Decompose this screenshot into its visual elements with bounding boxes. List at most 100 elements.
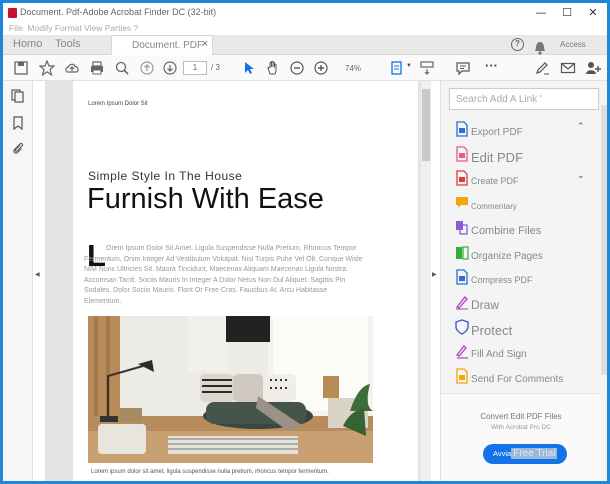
maximize-button[interactable]: ☐ [554,3,580,23]
edit-pdf-icon [456,146,468,162]
tool-item-label: Fill And Sign [471,348,527,360]
sign-pen-icon[interactable] [534,60,550,76]
select-cursor-icon[interactable] [241,60,257,76]
create-pdf-icon [456,170,468,186]
scrolling-mode-icon[interactable] [419,60,435,76]
tab-tools[interactable]: Tools [55,38,81,50]
tab-home[interactable]: Homo [13,38,42,50]
tool-item-label: Compress PDF [471,275,533,286]
free-trial-prefix: Avvia [493,449,512,458]
collapse-left-panel-icon[interactable]: ◀ [35,271,40,278]
tool-item[interactable]: Edit PDF [441,144,601,168]
tool-item-label: Protect [471,322,513,338]
tool-item-label: Create PDF [471,176,519,187]
previous-page-icon[interactable] [139,60,155,76]
protect-shield-icon [455,319,469,335]
fill-sign-icon [456,345,468,359]
tool-item[interactable]: Fill And Sign [441,341,601,365]
chevron-down-icon[interactable]: ⌄ [577,170,585,181]
tab-close-icon[interactable]: × [202,38,208,50]
main-toolbar: 1 / 3 74% ▼ ▼ ··· [3,55,607,87]
minimize-button[interactable]: — [528,3,554,23]
zoom-search-icon[interactable] [114,60,130,76]
collapse-right-panel-icon[interactable]: ▶ [432,271,437,278]
promo-line-2: With Acrobat Pro DC [491,424,551,431]
tool-item-label: Edit PDF [471,149,524,165]
hand-tool-icon[interactable] [265,60,281,76]
page-total: / 3 [211,63,220,72]
acrobat-app-icon [8,8,17,18]
tab-document-label: Document. PDF [132,40,204,51]
tool-item[interactable]: Create PDF ⌄ [441,168,601,192]
tool-item[interactable]: Export PDF ⌃ [441,119,601,143]
document-scrollbar[interactable] [421,81,431,481]
bookmark-icon[interactable] [11,116,25,130]
tab-document[interactable]: Document. PDF × [111,35,213,55]
pdf-page: Lorem Ipsum Dolor Sit Simple Style In Th… [73,81,418,481]
title-bar: Document. Pdf-Adobe Acrobat Finder DC (3… [3,3,607,23]
tool-item-label: Send For Comments [471,373,564,385]
tab-bar: Homo Tools Document. PDF × ? Access [3,35,607,55]
promo-line-1: Convert Edit PDF Files [480,412,562,421]
tool-item[interactable]: Organize Pages [441,243,601,267]
acrobat-window: Document. Pdf-Adobe Acrobat Finder DC (3… [0,0,610,484]
page-headline: Furnish With Ease [87,183,324,215]
next-page-icon[interactable] [162,60,178,76]
tool-item-label: Commentary [471,201,517,211]
tools-pane: Search Add A Link ' Export PDF ⌃ Edit PDF C… [440,81,607,481]
tool-item[interactable]: Compress PDF [441,267,601,291]
free-trial-label: Free Trial [511,448,558,459]
tool-item[interactable]: Protect [441,317,601,341]
zoom-level-select[interactable]: 74% ▼ [335,62,379,87]
page-number-input[interactable]: 1 [183,61,207,75]
organize-pages-icon [456,246,469,260]
page-small-heading: Lorem Ipsum Dolor Sit [88,101,148,107]
comment-icon [456,197,468,208]
compress-pdf-icon [456,269,468,285]
scrollbar-thumb[interactable] [422,89,430,161]
chevron-up-icon[interactable]: ⌃ [577,121,585,132]
zoom-level-value: 74% [345,64,362,73]
more-tools-icon[interactable]: ··· [485,58,501,74]
tool-item[interactable]: Commentary [441,193,601,217]
tool-item[interactable]: Draw [441,292,601,316]
page-thumbnails-icon[interactable] [11,89,25,103]
tool-item-label: Draw [471,298,500,313]
zoom-out-icon[interactable] [289,60,305,76]
sign-in-link[interactable]: Access [560,40,586,49]
tool-item[interactable]: Combine Files [441,218,601,242]
page-body-text: Orem Ipsum Dolor Sit Amet. Ligula Suspen… [84,244,364,307]
comment-icon[interactable] [455,60,471,76]
page-body-content: Orem Ipsum Dolor Sit Amet. Ligula Suspen… [84,245,363,305]
tools-search-input[interactable]: Search Add A Link ' [449,88,599,110]
tool-item-label: Export PDF [471,126,523,138]
window-title: Document. Pdf-Adobe Acrobat Finder DC (3… [20,7,217,17]
send-comments-icon [456,368,468,384]
left-navigation-rail [3,81,33,481]
upgrade-promo: Convert Edit PDF Files With Acrobat Pro … [441,393,601,481]
tool-item-label: Organize Pages [471,250,543,262]
email-icon[interactable] [560,60,576,76]
save-icon[interactable] [13,60,29,76]
menu-items[interactable]: File. Modify Format View Parties ? [9,23,138,33]
tool-item-label: Combine Files [471,224,542,237]
add-user-icon[interactable] [585,60,601,76]
zoom-in-icon[interactable] [313,60,329,76]
print-icon[interactable] [89,60,105,76]
tools-pane-scrollbar[interactable] [601,105,607,375]
menu-bar: File. Modify Format View Parties ? [3,23,607,35]
free-trial-button[interactable]: Avvia Free Trial [483,444,567,464]
star-icon[interactable] [39,60,55,76]
page-subtitle: Simple Style In The House [88,169,243,183]
photo-caption: Lorem ipsum dolor sit amet, ligula suspe… [91,469,329,475]
draw-icon [455,296,468,310]
close-window-button[interactable]: ✕ [580,3,606,23]
attachment-icon[interactable] [11,141,25,155]
document-viewer: Lorem Ipsum Dolor Sit Simple Style In Th… [45,81,429,481]
page-fit-icon[interactable] [390,60,406,76]
combine-files-icon [456,221,468,235]
tool-item[interactable]: Send For Comments [441,366,601,390]
upload-cloud-icon[interactable] [64,60,80,76]
export-pdf-icon [456,121,468,137]
living-room-photo [88,316,373,463]
